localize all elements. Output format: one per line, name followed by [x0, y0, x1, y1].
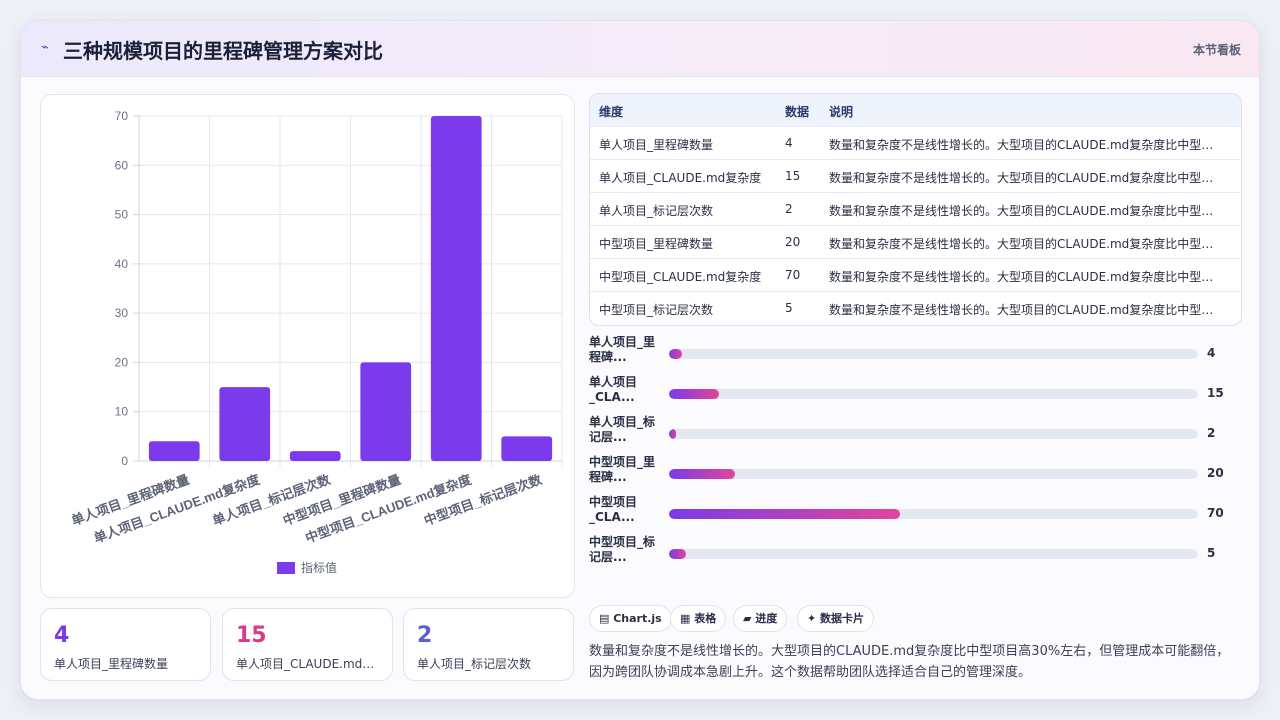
progress-fill	[669, 509, 901, 519]
section-board-label: 本节看板	[1192, 43, 1241, 57]
bar	[501, 436, 553, 461]
table-row: 中型项目_标记层次数 5 数量和复杂度不是线性增长的。大型项目的CLAUDE.m…	[590, 292, 1241, 325]
bar	[289, 451, 341, 461]
chip-progress[interactable]: ▰ 进度	[733, 605, 788, 632]
column-header: 说明	[829, 105, 854, 119]
progress-fill	[669, 549, 686, 559]
progress-row: 中型项目_里 程碑... 20	[589, 455, 1249, 493]
progress-row: 中型项目_标 记层... 5	[589, 535, 1249, 573]
cell-value: 15	[785, 169, 801, 183]
progress-label: 中型项目_标 记层...	[589, 535, 656, 564]
legend-label: 指标值	[301, 560, 337, 575]
cell-dimension: 中型项目_里程碑数量	[599, 237, 714, 251]
progress-row: 单人项目_里 程碑... 4	[589, 335, 1249, 373]
table-header-row: 维度 数据 说明	[590, 94, 1241, 127]
progress-fill	[669, 389, 719, 399]
progress-label: 单人项目_标 记层...	[589, 415, 656, 444]
progress-value: 2	[1207, 426, 1216, 440]
progress-value: 5	[1207, 546, 1216, 560]
table-row: 中型项目_CLAUDE.md复杂度 70 数量和复杂度不是线性增长的。大型项目的…	[590, 259, 1241, 292]
cell-description: 数量和复杂度不是线性增长的。大型项目的CLAUDE.md复杂度比中型项目高30%…	[829, 138, 1219, 152]
y-tick-label: 0	[121, 454, 128, 468]
table-row: 中型项目_里程碑数量 20 数量和复杂度不是线性增长的。大型项目的CLAUDE.…	[590, 226, 1241, 259]
y-tick-label: 20	[115, 355, 129, 369]
progress-fill	[669, 429, 676, 439]
progress-row: 单人项目_标 记层... 2	[589, 415, 1249, 453]
stat-value: 2	[417, 623, 433, 648]
x-tick-label: 中型项目_标记层次数	[422, 471, 545, 528]
cell-value: 70	[785, 268, 801, 282]
progress-track	[669, 349, 1198, 359]
y-tick-label: 60	[115, 158, 129, 172]
progress-label: 中型项目_里 程碑...	[589, 455, 656, 484]
stat-value: 4	[54, 623, 70, 648]
cell-value: 4	[785, 136, 793, 150]
cell-dimension: 单人项目_CLAUDE.md复杂度	[599, 171, 762, 185]
stat-value: 15	[236, 623, 267, 648]
bar	[148, 441, 200, 461]
progress-track	[669, 509, 1198, 519]
stat-card: 4 单人项目_里程碑数量	[40, 608, 211, 681]
table-row: 单人项目_里程碑数量 4 数量和复杂度不是线性增长的。大型项目的CLAUDE.m…	[590, 127, 1241, 160]
y-tick-label: 50	[115, 208, 129, 222]
progress-track	[669, 549, 1198, 559]
progress-label: 中型项目 _CLA...	[589, 495, 638, 524]
header-bar: ⌁ 三种规模项目的里程碑管理方案对比 本节看板	[21, 21, 1259, 77]
cell-value: 5	[785, 301, 793, 315]
progress-track	[669, 469, 1198, 479]
column-header: 维度	[599, 105, 624, 119]
progress-value: 20	[1207, 466, 1224, 480]
summary-text: 数量和复杂度不是线性增长的。大型项目的CLAUDE.md复杂度比中型项目高30%…	[589, 644, 1230, 680]
progress-fill	[669, 469, 736, 479]
dashboard-card: ⌁ 三种规模项目的里程碑管理方案对比 本节看板 0 10 20 30 40 50 60 70 单…	[20, 20, 1260, 700]
stat-card: 2 单人项目_标记层次数	[403, 608, 574, 681]
chip-data-cards[interactable]: ✦ 数据卡片	[797, 605, 875, 632]
legend-swatch	[277, 562, 295, 574]
sparkle-icon: ⌁	[41, 40, 49, 55]
bar	[360, 362, 412, 461]
data-table: 维度 数据 说明 单人项目_里程碑数量 4 数量和复杂度不是线性增长的。大型项目…	[589, 93, 1242, 326]
progress-label: 单人项目 _CLA...	[589, 375, 638, 404]
bar	[430, 116, 482, 461]
cell-dimension: 单人项目_标记层次数	[599, 204, 714, 218]
progress-value: 70	[1207, 506, 1224, 520]
progress-value: 4	[1207, 346, 1216, 360]
chip-table[interactable]: ▦ 表格	[670, 605, 727, 632]
bar	[219, 387, 271, 461]
y-tick-label: 10	[115, 405, 129, 419]
y-tick-label: 70	[115, 109, 129, 123]
table-row: 单人项目_CLAUDE.md复杂度 15 数量和复杂度不是线性增长的。大型项目的…	[590, 160, 1241, 193]
progress-track	[669, 389, 1198, 399]
bar-chart: 0 10 20 30 40 50 60 70 单人项目_里程碑数量 单人项目_CLAUDE.md复…	[40, 94, 575, 598]
stat-label: 单人项目_里程碑数量	[54, 657, 169, 671]
cell-dimension: 单人项目_里程碑数量	[599, 138, 714, 152]
cell-value: 2	[785, 202, 793, 216]
cell-dimension: 中型项目_标记层次数	[599, 303, 714, 317]
y-tick-label: 30	[115, 306, 129, 320]
chip-chartjs[interactable]: ▤ Chart.js	[589, 605, 672, 632]
cell-description: 数量和复杂度不是线性增长的。大型项目的CLAUDE.md复杂度比中型项目高30%…	[829, 270, 1219, 284]
y-tick-label: 40	[115, 257, 129, 271]
cell-description: 数量和复杂度不是线性增长的。大型项目的CLAUDE.md复杂度比中型项目高30%…	[829, 204, 1219, 218]
progress-row: 单人项目 _CLA... 15	[589, 375, 1249, 413]
bar-chart-svg: 010203040506070单人项目_里程碑数量单人项目_CLAUDE.md复…	[69, 109, 563, 575]
progress-track	[669, 429, 1198, 439]
progress-label: 单人项目_里 程碑...	[589, 335, 656, 364]
cell-description: 数量和复杂度不是线性增长的。大型项目的CLAUDE.md复杂度比中型项目高30%…	[829, 303, 1219, 317]
progress-row: 中型项目 _CLA... 70	[589, 495, 1249, 533]
stat-label: 单人项目_标记层次数	[417, 657, 532, 671]
cell-dimension: 中型项目_CLAUDE.md复杂度	[599, 270, 762, 284]
column-header: 数据	[785, 105, 810, 119]
table-row: 单人项目_标记层次数 2 数量和复杂度不是线性增长的。大型项目的CLAUDE.m…	[590, 193, 1241, 226]
stat-card: 15 单人项目_CLAUDE.md复杂度	[222, 608, 393, 681]
page-title: 三种规模项目的里程碑管理方案对比	[63, 39, 383, 63]
cell-description: 数量和复杂度不是线性增长的。大型项目的CLAUDE.md复杂度比中型项目高30%…	[829, 171, 1219, 185]
progress-value: 15	[1207, 386, 1224, 400]
cell-description: 数量和复杂度不是线性增长的。大型项目的CLAUDE.md复杂度比中型项目高30%…	[829, 237, 1219, 251]
progress-fill	[669, 349, 683, 359]
stat-label: 单人项目_CLAUDE.md复杂度	[236, 657, 384, 671]
x-tick-label: 单人项目_标记层次数	[210, 471, 333, 528]
cell-value: 20	[785, 235, 801, 249]
